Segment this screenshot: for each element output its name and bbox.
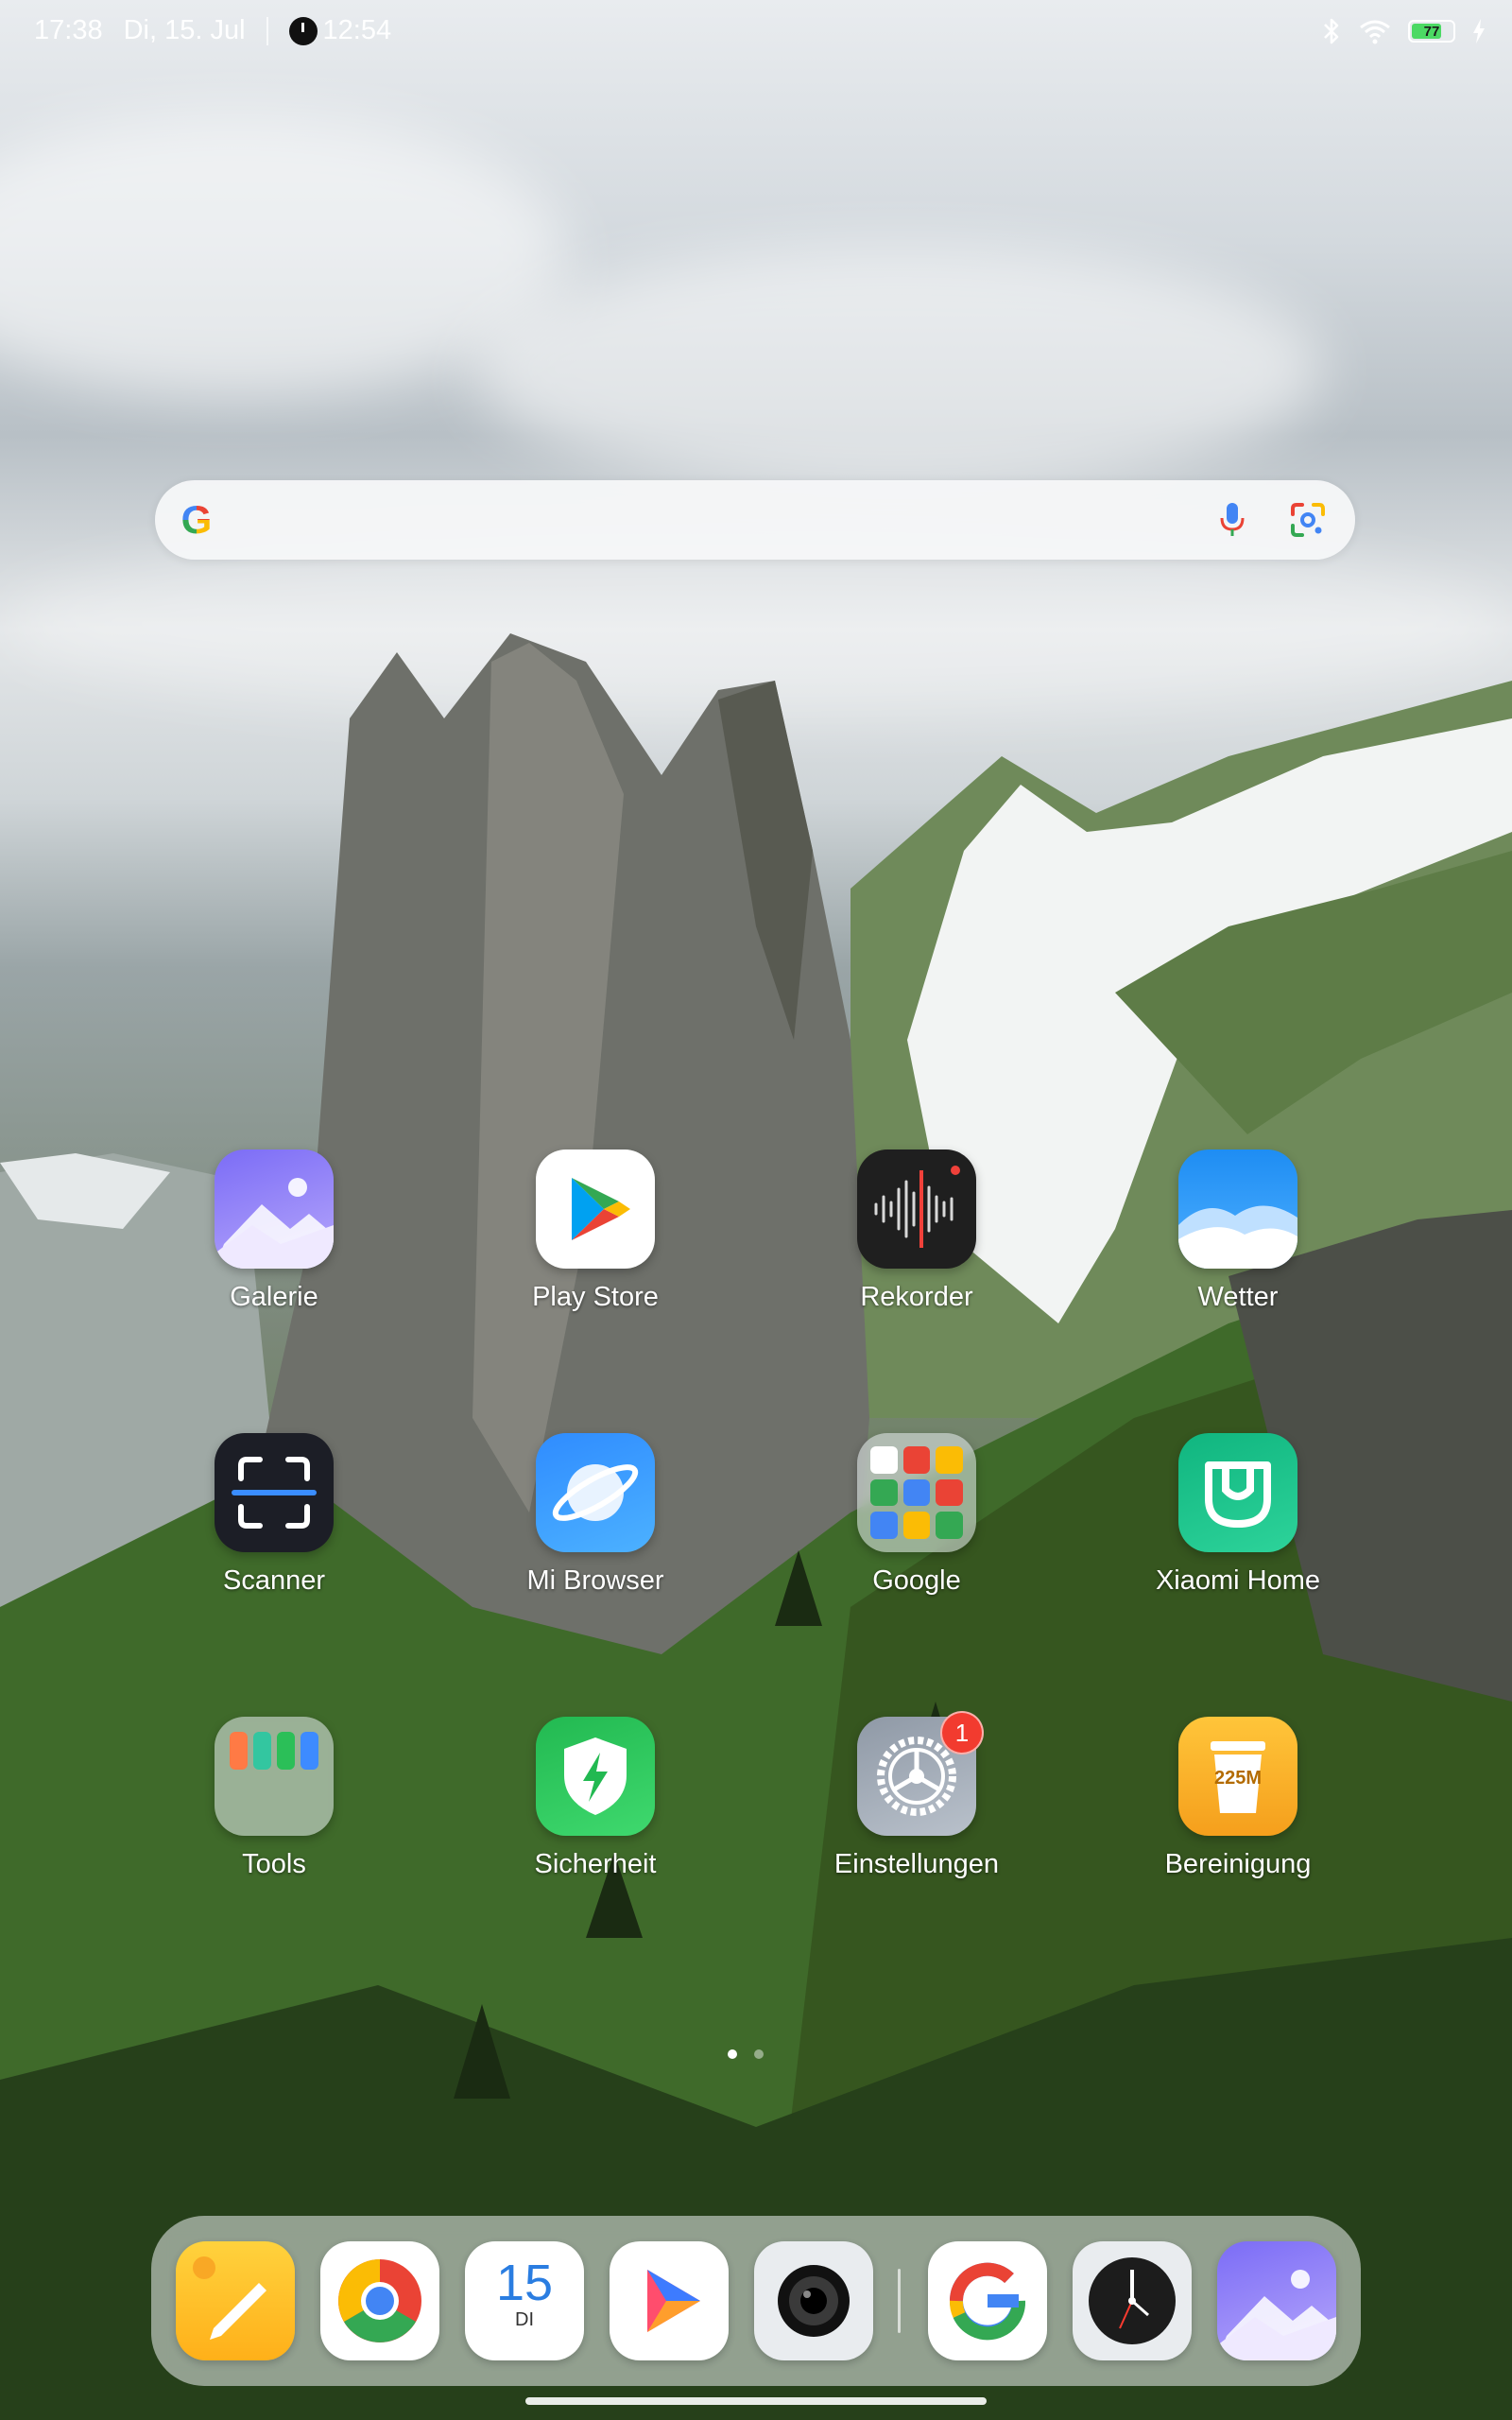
app-label: Einstellungen: [833, 1849, 1000, 1879]
app-mi-browser[interactable]: Mi Browser: [482, 1433, 709, 1597]
weather-icon: [1178, 1150, 1297, 1269]
app-label: Bereinigung: [1164, 1849, 1312, 1879]
alarm-time: 12:54: [322, 15, 392, 45]
dock-chrome[interactable]: [320, 2241, 439, 2360]
search-input[interactable]: [236, 491, 1204, 549]
google-icon: [949, 2262, 1025, 2341]
wifi-icon: [1360, 20, 1390, 44]
chrome-icon: [338, 2259, 421, 2342]
gallery-icon: [215, 1150, 334, 1269]
status-date: Di, 15. Jul: [123, 15, 246, 45]
gallery-icon: [1217, 2270, 1336, 2360]
alarm-clock-icon: [288, 16, 318, 45]
app-play-store[interactable]: Play Store: [482, 1150, 709, 1313]
status-bar: 17:38 Di, 15. Jul 12:54 77: [0, 0, 1512, 68]
cleaner-icon: 225M: [1178, 1717, 1297, 1836]
google-folder-icon: [857, 1433, 976, 1552]
app-label: Mi Browser: [526, 1565, 664, 1596]
app-label: Tools: [242, 1849, 306, 1879]
app-label: Play Store: [532, 1282, 659, 1312]
tools-folder-icon: [215, 1717, 334, 1836]
dock-gallery[interactable]: [1217, 2241, 1336, 2360]
app-rekorder[interactable]: Rekorder: [803, 1150, 1030, 1313]
app-sicherheit[interactable]: Sicherheit: [482, 1717, 709, 1880]
calendar-weekday: DI: [515, 2309, 534, 2330]
voice-search-button[interactable]: [1204, 492, 1261, 548]
settings-icon: 1: [857, 1711, 984, 1836]
app-label: Galerie: [230, 1282, 318, 1312]
charging-icon: [1473, 19, 1485, 43]
xiaomi-home-icon: [1178, 1433, 1297, 1552]
clock-icon: [1089, 2257, 1176, 2344]
battery-icon: 77: [1408, 20, 1455, 43]
dock-divider: [898, 2269, 901, 2333]
google-lens-icon: [1291, 503, 1325, 537]
mi-browser-icon: [536, 1433, 655, 1552]
app-label: Sicherheit: [534, 1849, 657, 1879]
play-store-icon: [536, 1150, 655, 1269]
page-dot-current[interactable]: [728, 2049, 737, 2059]
scanner-icon: [215, 1433, 334, 1552]
calendar-day: 15: [495, 2255, 554, 2311]
dock-camera[interactable]: [754, 2241, 873, 2360]
status-time: 17:38: [34, 15, 103, 45]
app-label: Xiaomi Home: [1155, 1565, 1321, 1596]
app-tools-folder[interactable]: Tools: [161, 1717, 387, 1880]
app-galerie[interactable]: Galerie: [161, 1150, 387, 1313]
status-divider: [266, 16, 268, 45]
dock-clock[interactable]: [1073, 2241, 1192, 2360]
app-label: Scanner: [222, 1565, 325, 1596]
notification-badge: 1: [940, 1711, 984, 1754]
dock-google[interactable]: [928, 2241, 1047, 2360]
app-xiaomi-home[interactable]: Xiaomi Home: [1125, 1433, 1351, 1597]
app-einstellungen[interactable]: 1 Einstellungen: [803, 1711, 1030, 1880]
app-google-folder[interactable]: Google: [803, 1433, 1030, 1597]
app-label: Rekorder: [860, 1282, 973, 1312]
video-player-icon: [647, 2270, 700, 2332]
google-search-bar[interactable]: G: [155, 480, 1355, 560]
cleaner-storage-text: 225M: [1213, 1768, 1263, 1789]
recorder-icon: [857, 1150, 976, 1269]
google-logo-icon: G: [176, 499, 217, 541]
battery-level: 77: [1423, 23, 1440, 40]
app-label: Wetter: [1197, 1282, 1279, 1312]
dock: 15 DI: [151, 2216, 1361, 2386]
page-dot[interactable]: [754, 2049, 764, 2059]
app-label: Google: [872, 1565, 961, 1596]
lens-search-button[interactable]: [1280, 492, 1336, 548]
microphone-icon: [1220, 503, 1245, 536]
dock-video-player[interactable]: [610, 2241, 729, 2360]
app-bereinigung[interactable]: 225M Bereinigung: [1125, 1717, 1351, 1880]
app-wetter[interactable]: Wetter: [1125, 1150, 1351, 1313]
notes-icon: [193, 2256, 266, 2340]
dock-calendar[interactable]: 15 DI: [465, 2241, 584, 2360]
bluetooth-icon: [1324, 18, 1339, 44]
dock-notes[interactable]: [176, 2241, 295, 2360]
camera-icon: [778, 2265, 850, 2337]
home-gesture-bar[interactable]: [525, 2397, 987, 2405]
app-scanner[interactable]: Scanner: [161, 1433, 387, 1597]
page-indicator: [728, 2049, 764, 2059]
security-icon: [536, 1717, 655, 1836]
alarm-indicator: 12:54: [288, 15, 392, 46]
